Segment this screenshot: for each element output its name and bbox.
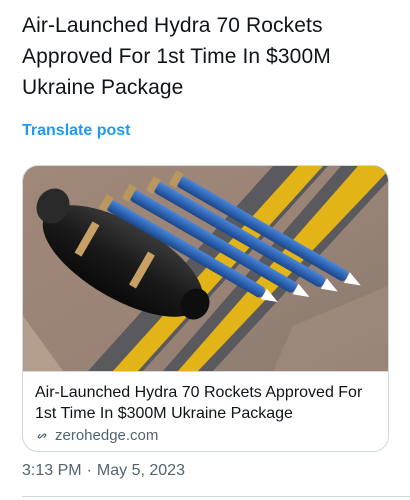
rockets-photo bbox=[23, 166, 388, 371]
meta-separator: · bbox=[86, 462, 92, 479]
post-text: Air-Launched Hydra 70 Rockets Approved F… bbox=[22, 14, 331, 99]
card-domain: zerohedge.com bbox=[35, 427, 376, 444]
link-icon bbox=[37, 432, 47, 439]
card-title: Air-Launched Hydra 70 Rockets Approved F… bbox=[35, 384, 363, 422]
translate-post-link[interactable]: Translate post bbox=[22, 122, 130, 140]
link-preview-card[interactable]: Air-Launched Hydra 70 Rockets Approved F… bbox=[22, 165, 389, 452]
divider bbox=[22, 496, 410, 497]
card-domain-text: zerohedge.com bbox=[55, 427, 159, 444]
card-body[interactable]: Air-Launched Hydra 70 Rockets Approved F… bbox=[23, 371, 388, 451]
post-time: 3:13 PM bbox=[22, 462, 82, 479]
card-image[interactable] bbox=[23, 166, 388, 371]
post-timestamp[interactable]: 3:13 PM · May 5, 2023 bbox=[22, 462, 185, 480]
post-date: May 5, 2023 bbox=[96, 462, 185, 479]
